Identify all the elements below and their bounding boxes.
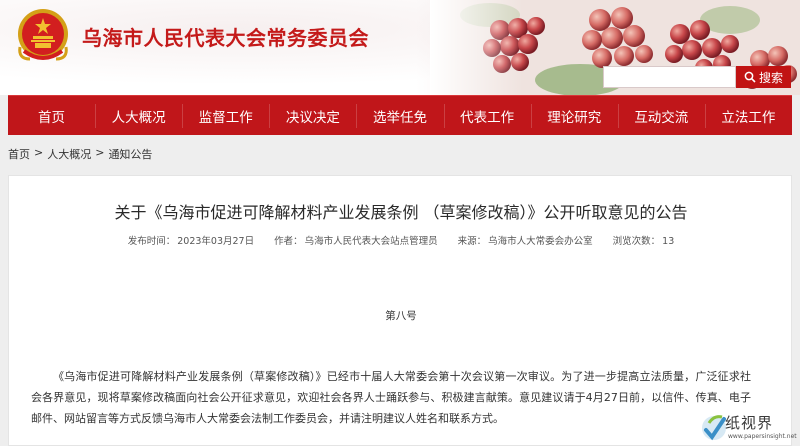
- national-emblem-icon: [18, 9, 68, 61]
- nav-item-deputies[interactable]: 代表工作: [443, 96, 531, 135]
- breadcrumb-home[interactable]: 首页: [8, 146, 30, 162]
- meta-views-value: 13: [662, 236, 675, 247]
- breadcrumb-separator: >: [34, 146, 44, 159]
- nav-item-legislation[interactable]: 立法工作: [704, 96, 792, 135]
- meta-author: 作者： 乌海市人民代表大会站点管理员: [274, 233, 438, 247]
- article-meta: 发布时间： 2023年03月27日 作者： 乌海市人民代表大会站点管理员 来源： 乌海…: [9, 233, 791, 247]
- nav-item-research[interactable]: 理论研究: [530, 96, 618, 135]
- article-title: 关于《乌海市促进可降解材料产业发展条例 （草案修改稿）》公开听取意见的公告: [114, 203, 688, 222]
- meta-source: 来源： 乌海市人大常委会办公室: [458, 233, 593, 247]
- nav-item-about[interactable]: 人大概况: [95, 96, 182, 135]
- nav-item-home[interactable]: 首页: [8, 96, 95, 135]
- search-button[interactable]: 搜索: [736, 66, 791, 88]
- meta-date: 发布时间： 2023年03月27日: [128, 233, 254, 247]
- nav-item-supervision[interactable]: 监督工作: [182, 96, 269, 135]
- nav-item-elections[interactable]: 选举任免: [356, 96, 443, 135]
- site-title: 乌海市人民代表大会常务委员会: [82, 26, 369, 50]
- breadcrumb-separator: >: [95, 146, 105, 159]
- nav-item-resolutions[interactable]: 决议决定: [269, 96, 356, 135]
- meta-source-label: 来源：: [457, 236, 487, 247]
- meta-date-value: 2023年03月27日: [177, 236, 255, 247]
- meta-author-value: 乌海市人民代表大会站点管理员: [304, 236, 438, 247]
- breadcrumb-notices[interactable]: 通知公告: [108, 146, 152, 162]
- meta-source-value: 乌海市人大常委会办公室: [488, 236, 593, 247]
- article-body: 《乌海市促进可降解材料产业发展条例（草案修改稿）》已经市十届人大常委会第十次会议…: [31, 370, 751, 425]
- search-icon: [744, 71, 756, 83]
- watermark-text: 纸视界: [725, 414, 774, 432]
- breadcrumb-about[interactable]: 人大概况: [47, 146, 91, 162]
- search-button-label: 搜索: [758, 70, 783, 85]
- watermark-url: www.papersinsight.net: [728, 433, 797, 440]
- breadcrumb: 首页 > 人大概况 > 通知公告: [8, 146, 152, 162]
- meta-views-label: 浏览次数：: [612, 236, 661, 247]
- document-number: 第八号: [385, 310, 417, 322]
- meta-date-label: 发布时间：: [127, 236, 176, 247]
- main-nav: 首页 人大概况 监督工作 决议决定 选举任免 代表工作 理论研究 互动交流 立法…: [8, 95, 792, 135]
- search-input[interactable]: [603, 66, 736, 88]
- nav-item-interaction[interactable]: 互动交流: [617, 96, 705, 135]
- article-panel: 关于《乌海市促进可降解材料产业发展条例 （草案修改稿）》公开听取意见的公告 发布…: [8, 175, 792, 446]
- meta-author-label: 作者：: [274, 236, 303, 247]
- meta-views: 浏览次数： 13: [613, 233, 675, 247]
